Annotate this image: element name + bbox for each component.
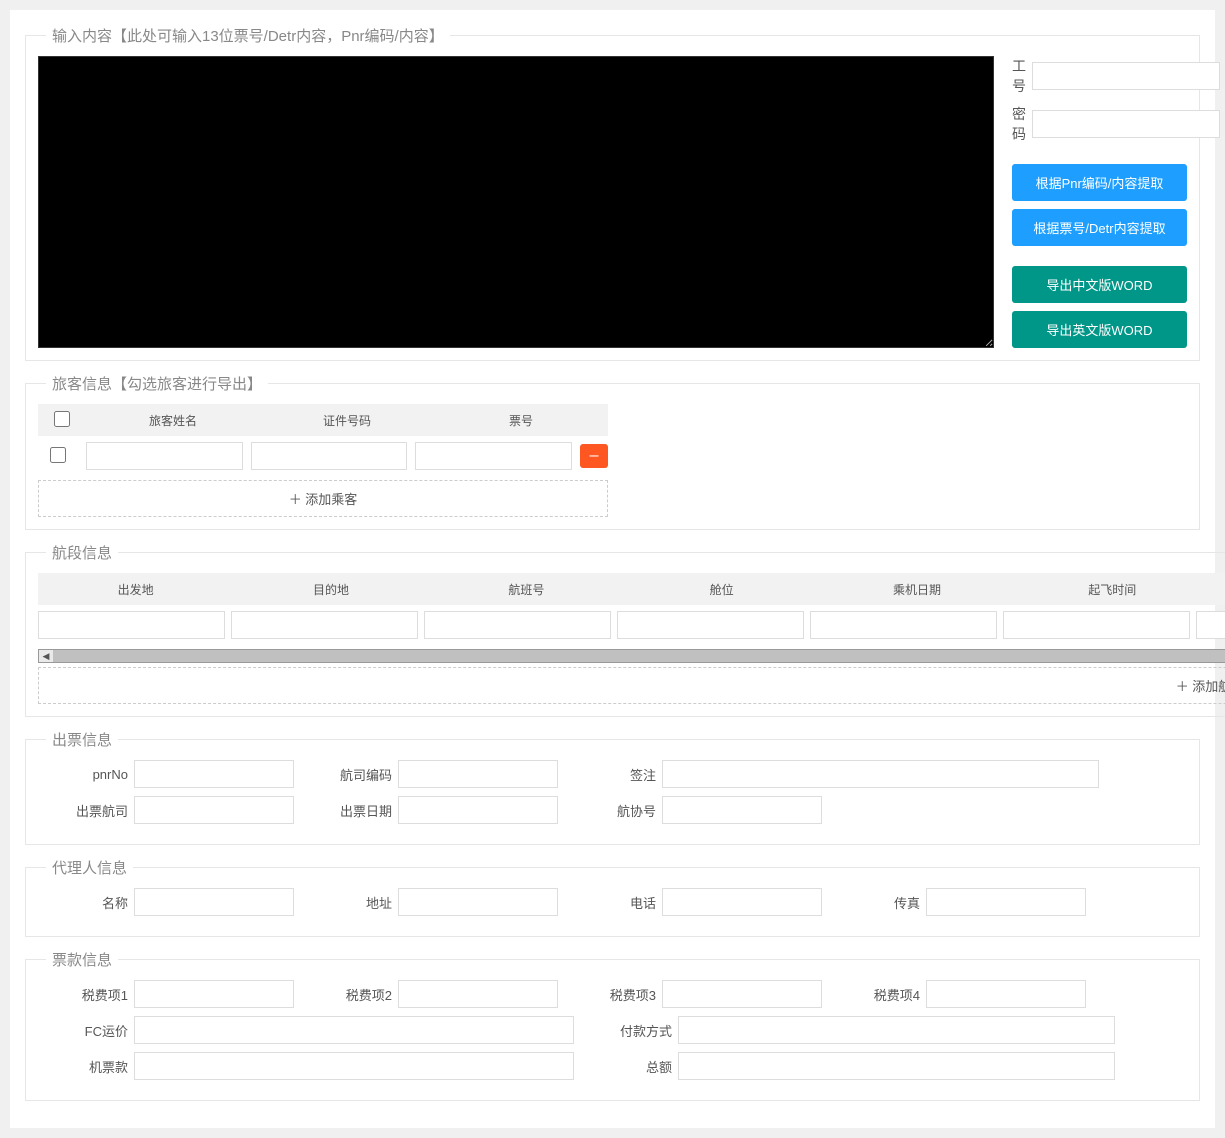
input-section: 输入内容【此处可输入13位票号/Detr内容，Pnr编码/内容】 工号 * 密码… xyxy=(25,25,1200,361)
add-passenger-button[interactable]: ＋ 添加乘客 xyxy=(38,480,608,517)
passenger-ticket-input[interactable] xyxy=(415,442,572,470)
agent-section-title: 代理人信息 xyxy=(46,857,133,878)
issuing-carrier-input[interactable] xyxy=(134,796,294,824)
agent-section: 代理人信息 名称 地址 电话 传真 xyxy=(25,857,1200,937)
col-header-passenger-name: 旅客姓名 xyxy=(86,412,260,429)
segment-row: – xyxy=(38,605,1225,645)
seg-dep-input[interactable] xyxy=(38,611,225,639)
passenger-id-input[interactable] xyxy=(251,442,408,470)
col-header-deptime: 起飞时间 xyxy=(1015,581,1210,598)
col-header-passenger-id: 证件号码 xyxy=(260,412,434,429)
segment-section: 航段信息 出发地 目的地 航班号 舱位 乘机日期 起飞时间 到达时间 有效期 客… xyxy=(25,542,1225,717)
total-input[interactable] xyxy=(678,1052,1115,1080)
fare-section: 票款信息 税费项1 税费项2 税费项3 税费项4 FC运价 付款方式 机票款 总… xyxy=(25,949,1200,1101)
col-header-passenger-ticket: 票号 xyxy=(434,412,608,429)
carrier-code-label: 航司编码 xyxy=(302,765,392,784)
col-header-dep: 出发地 xyxy=(38,581,233,598)
col-header-flight: 航班号 xyxy=(429,581,624,598)
iata-no-input[interactable] xyxy=(662,796,822,824)
pnrno-input[interactable] xyxy=(134,760,294,788)
scroll-left-arrow-icon[interactable]: ◀ xyxy=(39,650,53,662)
fc-label: FC运价 xyxy=(38,1021,128,1040)
worker-id-input[interactable] xyxy=(1032,62,1220,90)
export-cn-word-button[interactable]: 导出中文版WORD xyxy=(1012,266,1187,303)
col-header-cabin: 舱位 xyxy=(624,581,819,598)
remove-passenger-button[interactable]: – xyxy=(580,444,608,468)
col-header-arr: 目的地 xyxy=(233,581,428,598)
extract-by-ticket-button[interactable]: 根据票号/Detr内容提取 xyxy=(1012,209,1187,246)
col-header-date: 乘机日期 xyxy=(819,581,1014,598)
agent-name-input[interactable] xyxy=(134,888,294,916)
payment-input[interactable] xyxy=(678,1016,1115,1044)
total-label: 总额 xyxy=(582,1057,672,1076)
extract-by-pnr-button[interactable]: 根据Pnr编码/内容提取 xyxy=(1012,164,1187,201)
endorsement-input[interactable] xyxy=(662,760,1099,788)
tax3-label: 税费项3 xyxy=(566,985,656,1004)
pnrno-label: pnrNo xyxy=(38,767,128,782)
tax4-input[interactable] xyxy=(926,980,1086,1008)
password-input[interactable] xyxy=(1032,110,1220,138)
agent-fax-input[interactable] xyxy=(926,888,1086,916)
password-label: 密码 xyxy=(1012,104,1026,144)
passenger-select-all-checkbox[interactable] xyxy=(54,411,70,427)
issue-date-input[interactable] xyxy=(398,796,558,824)
iata-no-label: 航协号 xyxy=(566,801,656,820)
passenger-row: – xyxy=(38,436,608,476)
issuing-carrier-label: 出票航司 xyxy=(38,801,128,820)
passenger-name-input[interactable] xyxy=(86,442,243,470)
agent-name-label: 名称 xyxy=(38,893,128,912)
segment-section-title: 航段信息 xyxy=(46,542,118,563)
endorsement-label: 签注 xyxy=(566,765,656,784)
agent-address-label: 地址 xyxy=(302,893,392,912)
carrier-code-input[interactable] xyxy=(398,760,558,788)
tax1-label: 税费项1 xyxy=(38,985,128,1004)
seg-cabin-input[interactable] xyxy=(617,611,804,639)
ticket-section: 出票信息 pnrNo 航司编码 签注 出票航司 出票日期 航协号 xyxy=(25,729,1200,845)
seg-date-input[interactable] xyxy=(810,611,997,639)
passenger-section: 旅客信息【勾选旅客进行导出】 旅客姓名 证件号码 票号 – ＋ 添加乘客 xyxy=(25,373,1200,530)
export-en-word-button[interactable]: 导出英文版WORD xyxy=(1012,311,1187,348)
tax3-input[interactable] xyxy=(662,980,822,1008)
fare-amount-input[interactable] xyxy=(134,1052,574,1080)
agent-address-input[interactable] xyxy=(398,888,558,916)
payment-label: 付款方式 xyxy=(582,1021,672,1040)
tax2-label: 税费项2 xyxy=(302,985,392,1004)
segment-horizontal-scrollbar[interactable]: ◀ ▶ xyxy=(38,649,1225,663)
agent-phone-label: 电话 xyxy=(566,893,656,912)
passenger-row-checkbox[interactable] xyxy=(50,447,66,463)
fare-section-title: 票款信息 xyxy=(46,949,118,970)
col-header-arrtime: 到达时间 xyxy=(1210,581,1225,598)
add-segment-button[interactable]: ＋ 添加航段 xyxy=(38,667,1225,704)
fare-amount-label: 机票款 xyxy=(38,1057,128,1076)
tax2-input[interactable] xyxy=(398,980,558,1008)
seg-arrtime-input[interactable] xyxy=(1196,611,1225,639)
input-section-title: 输入内容【此处可输入13位票号/Detr内容，Pnr编码/内容】 xyxy=(46,25,450,46)
issue-date-label: 出票日期 xyxy=(302,801,392,820)
ticket-section-title: 出票信息 xyxy=(46,729,118,750)
seg-flight-input[interactable] xyxy=(424,611,611,639)
fc-input[interactable] xyxy=(134,1016,574,1044)
tax4-label: 税费项4 xyxy=(830,985,920,1004)
seg-arr-input[interactable] xyxy=(231,611,418,639)
agent-phone-input[interactable] xyxy=(662,888,822,916)
tax1-input[interactable] xyxy=(134,980,294,1008)
seg-deptime-input[interactable] xyxy=(1003,611,1190,639)
agent-fax-label: 传真 xyxy=(830,893,920,912)
worker-id-label: 工号 xyxy=(1012,56,1026,96)
content-textarea[interactable] xyxy=(38,56,994,348)
passenger-section-title: 旅客信息【勾选旅客进行导出】 xyxy=(46,373,268,394)
